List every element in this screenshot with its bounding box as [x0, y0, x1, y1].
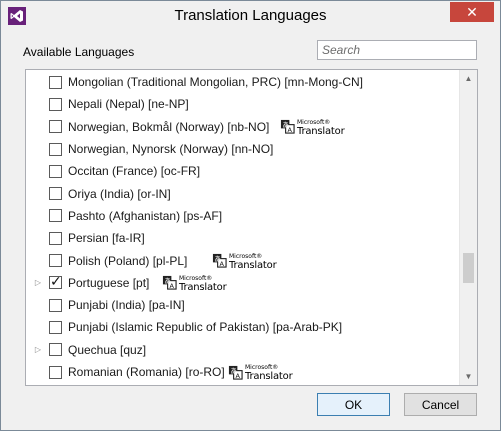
translator-bottom-text: Translator	[229, 259, 277, 271]
close-button[interactable]: ✕	[450, 2, 494, 22]
language-label: Occitan (France) [oc-FR]	[68, 164, 201, 179]
language-label: Punjabi (India) [pa-IN]	[68, 298, 185, 313]
language-list-items: Mongolian (Traditional Mongolian, PRC) […	[26, 71, 459, 383]
language-label: Norwegian, Nynorsk (Norway) [nn-NO]	[68, 142, 274, 157]
language-checkbox[interactable]	[49, 365, 62, 379]
microsoft-translator-badge: あ A Microsoft® Translator	[228, 363, 293, 382]
language-item[interactable]: Punjabi (Islamic Republic of Pakistan) […	[26, 316, 459, 338]
language-checkbox[interactable]	[49, 343, 62, 357]
translator-bottom-text: Translator	[179, 281, 227, 293]
language-checkbox[interactable]	[49, 231, 62, 245]
dialog-window: Translation Languages ✕ Available Langua…	[0, 0, 501, 431]
language-item[interactable]: Nepali (Nepal) [ne-NP]	[26, 93, 459, 115]
language-checkbox[interactable]	[49, 298, 62, 312]
language-label: Portuguese [pt]	[68, 275, 150, 290]
available-languages-label: Available Languages	[23, 45, 135, 59]
language-item[interactable]: Norwegian, Bokmål (Norway) [nb-NO] あ A Micr…	[26, 116, 459, 138]
language-item[interactable]: Persian [fa-IR]	[26, 227, 459, 249]
language-item[interactable]: Pashto (Afghanistan) [ps-AF]	[26, 205, 459, 227]
microsoft-translator-badge: あ A Microsoft® Translator	[280, 118, 345, 137]
language-checkbox[interactable]	[49, 254, 62, 268]
language-checkbox[interactable]	[49, 97, 62, 111]
language-label: Quechua [quz]	[68, 342, 147, 357]
search-input[interactable]	[317, 40, 477, 60]
language-label: Pashto (Afghanistan) [ps-AF]	[68, 208, 223, 223]
svg-text:A: A	[220, 260, 225, 268]
microsoft-translator-badge: あ A Microsoft® Translator	[162, 274, 227, 293]
language-checkbox[interactable]: ✓	[49, 273, 62, 290]
close-icon: ✕	[466, 3, 478, 20]
title-bar[interactable]: Translation Languages ✕	[1, 1, 500, 31]
language-label: Polish (Poland) [pl-PL]	[68, 253, 188, 268]
language-label: Romanian (Romania) [ro-RO]	[68, 365, 225, 379]
svg-text:A: A	[170, 282, 175, 290]
language-item[interactable]: ▷ ✓ Portuguese [pt] あ A Microsoft® Translator	[26, 272, 459, 294]
language-label: Oriya (India) [or-IN]	[68, 186, 171, 201]
translator-bottom-text: Translator	[245, 371, 293, 382]
language-item[interactable]: Polish (Poland) [pl-PL] あ A Microsoft® Trans…	[26, 249, 459, 271]
translator-logo-icon: あA	[212, 253, 227, 268]
language-item[interactable]: Romanian (Romania) [ro-RO] あ A Microsoft® Tr…	[26, 361, 459, 383]
scroll-thumb[interactable]	[463, 253, 474, 283]
language-item[interactable]: Punjabi (India) [pa-IN]	[26, 294, 459, 316]
svg-text:A: A	[236, 372, 241, 380]
language-label: Punjabi (Islamic Republic of Pakistan) […	[68, 320, 343, 335]
language-item[interactable]: ▷ Quechua [quz]	[26, 339, 459, 361]
svg-text:A: A	[288, 126, 293, 134]
vertical-scrollbar[interactable]: ▲ ▼	[459, 70, 477, 385]
checkmark-icon: ✓	[50, 273, 62, 290]
ok-button[interactable]: OK	[317, 393, 390, 416]
window-title: Translation Languages	[174, 7, 327, 24]
language-checkbox[interactable]	[49, 120, 62, 134]
chevron-down-icon[interactable]: ▼	[460, 368, 477, 385]
language-label: Persian [fa-IR]	[68, 231, 145, 246]
triangle-right-icon[interactable]: ▷	[34, 278, 42, 288]
triangle-right-icon[interactable]: ▷	[34, 345, 42, 355]
microsoft-translator-badge: あ A Microsoft® Translator	[212, 252, 277, 271]
language-label: Nepali (Nepal) [ne-NP]	[68, 97, 189, 112]
language-checkbox[interactable]	[49, 164, 62, 178]
language-item[interactable]: Norwegian, Nynorsk (Norway) [nn-NO]	[26, 138, 459, 160]
language-checkbox[interactable]	[49, 209, 62, 223]
cancel-button[interactable]: Cancel	[404, 393, 477, 416]
translator-logo-icon: あA	[162, 276, 177, 290]
language-checkbox[interactable]	[49, 320, 62, 334]
language-label: Norwegian, Bokmål (Norway) [nb-NO]	[68, 119, 270, 134]
translator-logo-icon: あA	[228, 365, 243, 380]
language-item[interactable]: Occitan (France) [oc-FR]	[26, 160, 459, 182]
translator-bottom-text: Translator	[297, 125, 345, 137]
chevron-up-icon[interactable]: ▲	[460, 70, 477, 87]
language-list[interactable]: Mongolian (Traditional Mongolian, PRC) […	[25, 69, 478, 386]
translator-logo-icon: あA	[280, 120, 295, 134]
language-checkbox[interactable]	[49, 187, 62, 201]
language-checkbox[interactable]	[49, 75, 62, 89]
language-label: Mongolian (Traditional Mongolian, PRC) […	[68, 75, 364, 90]
language-item[interactable]: Mongolian (Traditional Mongolian, PRC) […	[26, 71, 459, 93]
language-item[interactable]: Oriya (India) [or-IN]	[26, 182, 459, 204]
language-checkbox[interactable]	[49, 142, 62, 156]
